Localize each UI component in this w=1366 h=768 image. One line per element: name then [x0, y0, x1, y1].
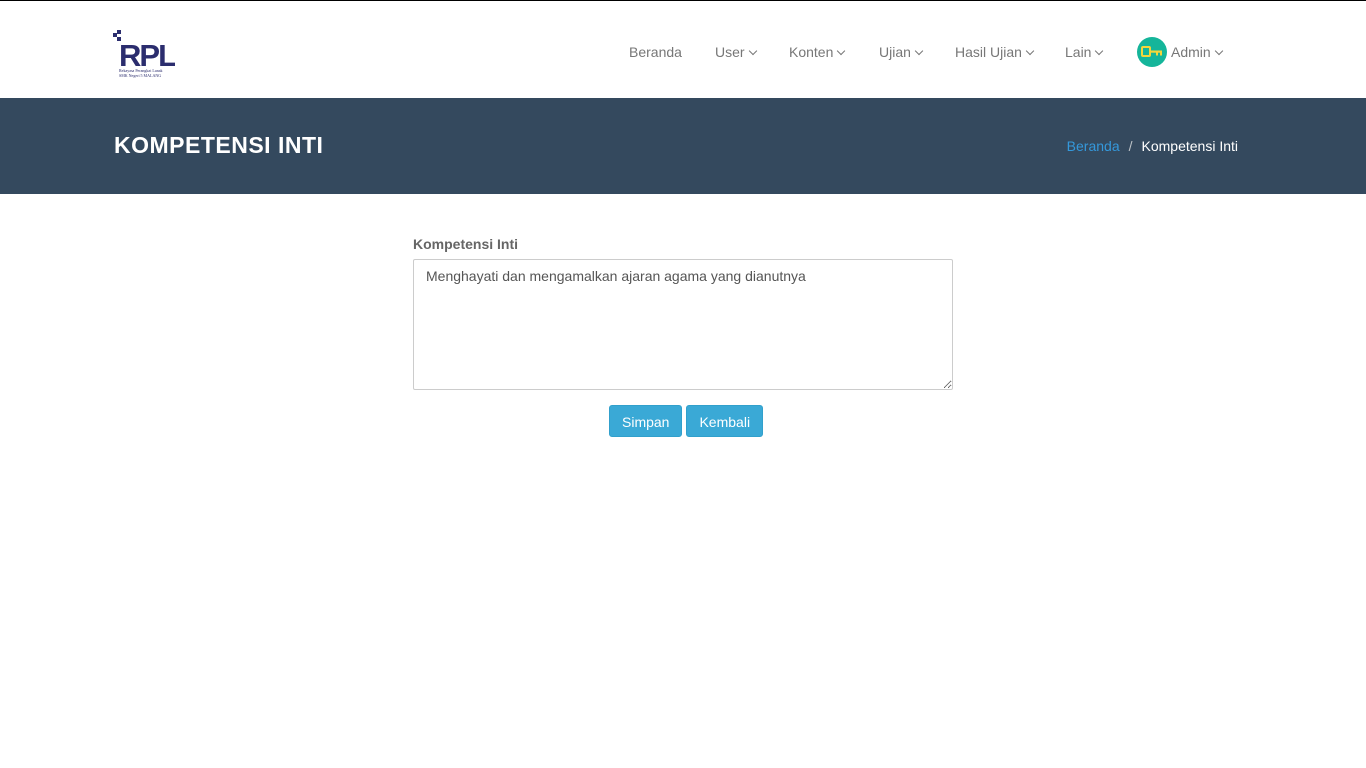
page-header-banner: KOMPETENSI INTI Beranda / Kompetensi Inti: [0, 98, 1366, 194]
kompetensi-inti-label: Kompetensi Inti: [413, 236, 519, 252]
kompetensi-form: Kompetensi Inti Menghayati dan mengamalk…: [413, 236, 953, 390]
nav-item-konten[interactable]: Konten: [789, 42, 846, 62]
navbar: RPL Rekayasa Perangkat Lunak SMK Negeri …: [0, 1, 1366, 98]
nav-item-label: Beranda: [629, 44, 682, 60]
breadcrumb-current: Kompetensi Inti: [1141, 138, 1239, 154]
breadcrumb: Beranda / Kompetensi Inti: [1067, 137, 1238, 155]
back-button[interactable]: Kembali: [686, 405, 764, 437]
nav-item-label: User: [715, 44, 745, 60]
nav-item-label: Konten: [789, 44, 834, 60]
nav-item-ujian[interactable]: Ujian: [879, 42, 924, 62]
avatar[interactable]: [1137, 37, 1167, 67]
nav-item-label: Lain: [1065, 44, 1092, 60]
nav-item-lain[interactable]: Lain: [1065, 42, 1104, 62]
nav-item-label: Hasil Ujian: [955, 44, 1022, 60]
chevron-down-icon: [1095, 46, 1104, 56]
key-icon: [1141, 46, 1162, 57]
user-menu-label: Admin: [1171, 44, 1211, 60]
breadcrumb-home-link[interactable]: Beranda: [1067, 138, 1120, 154]
nav-item-user[interactable]: User: [715, 42, 757, 62]
save-button[interactable]: Simpan: [609, 405, 683, 437]
form-actions: Simpan Kembali: [609, 405, 764, 437]
chevron-down-icon: [914, 46, 924, 56]
nav-item-label: Ujian: [879, 44, 911, 60]
nav-item-beranda[interactable]: Beranda: [629, 42, 682, 62]
chevron-down-icon: [837, 46, 846, 56]
main-nav: Beranda User Konten Ujian Hasil Ujian La…: [0, 1, 1366, 98]
kompetensi-inti-textarea[interactable]: Menghayati dan mengamalkan ajaran agama …: [413, 259, 953, 390]
user-menu[interactable]: Admin: [1171, 42, 1223, 62]
chevron-down-icon: [1214, 46, 1223, 56]
page-title: KOMPETENSI INTI: [114, 132, 324, 158]
nav-item-hasil-ujian[interactable]: Hasil Ujian: [955, 42, 1035, 62]
breadcrumb-separator: /: [1128, 138, 1133, 154]
chevron-down-icon: [748, 46, 757, 56]
chevron-down-icon: [1025, 46, 1035, 56]
